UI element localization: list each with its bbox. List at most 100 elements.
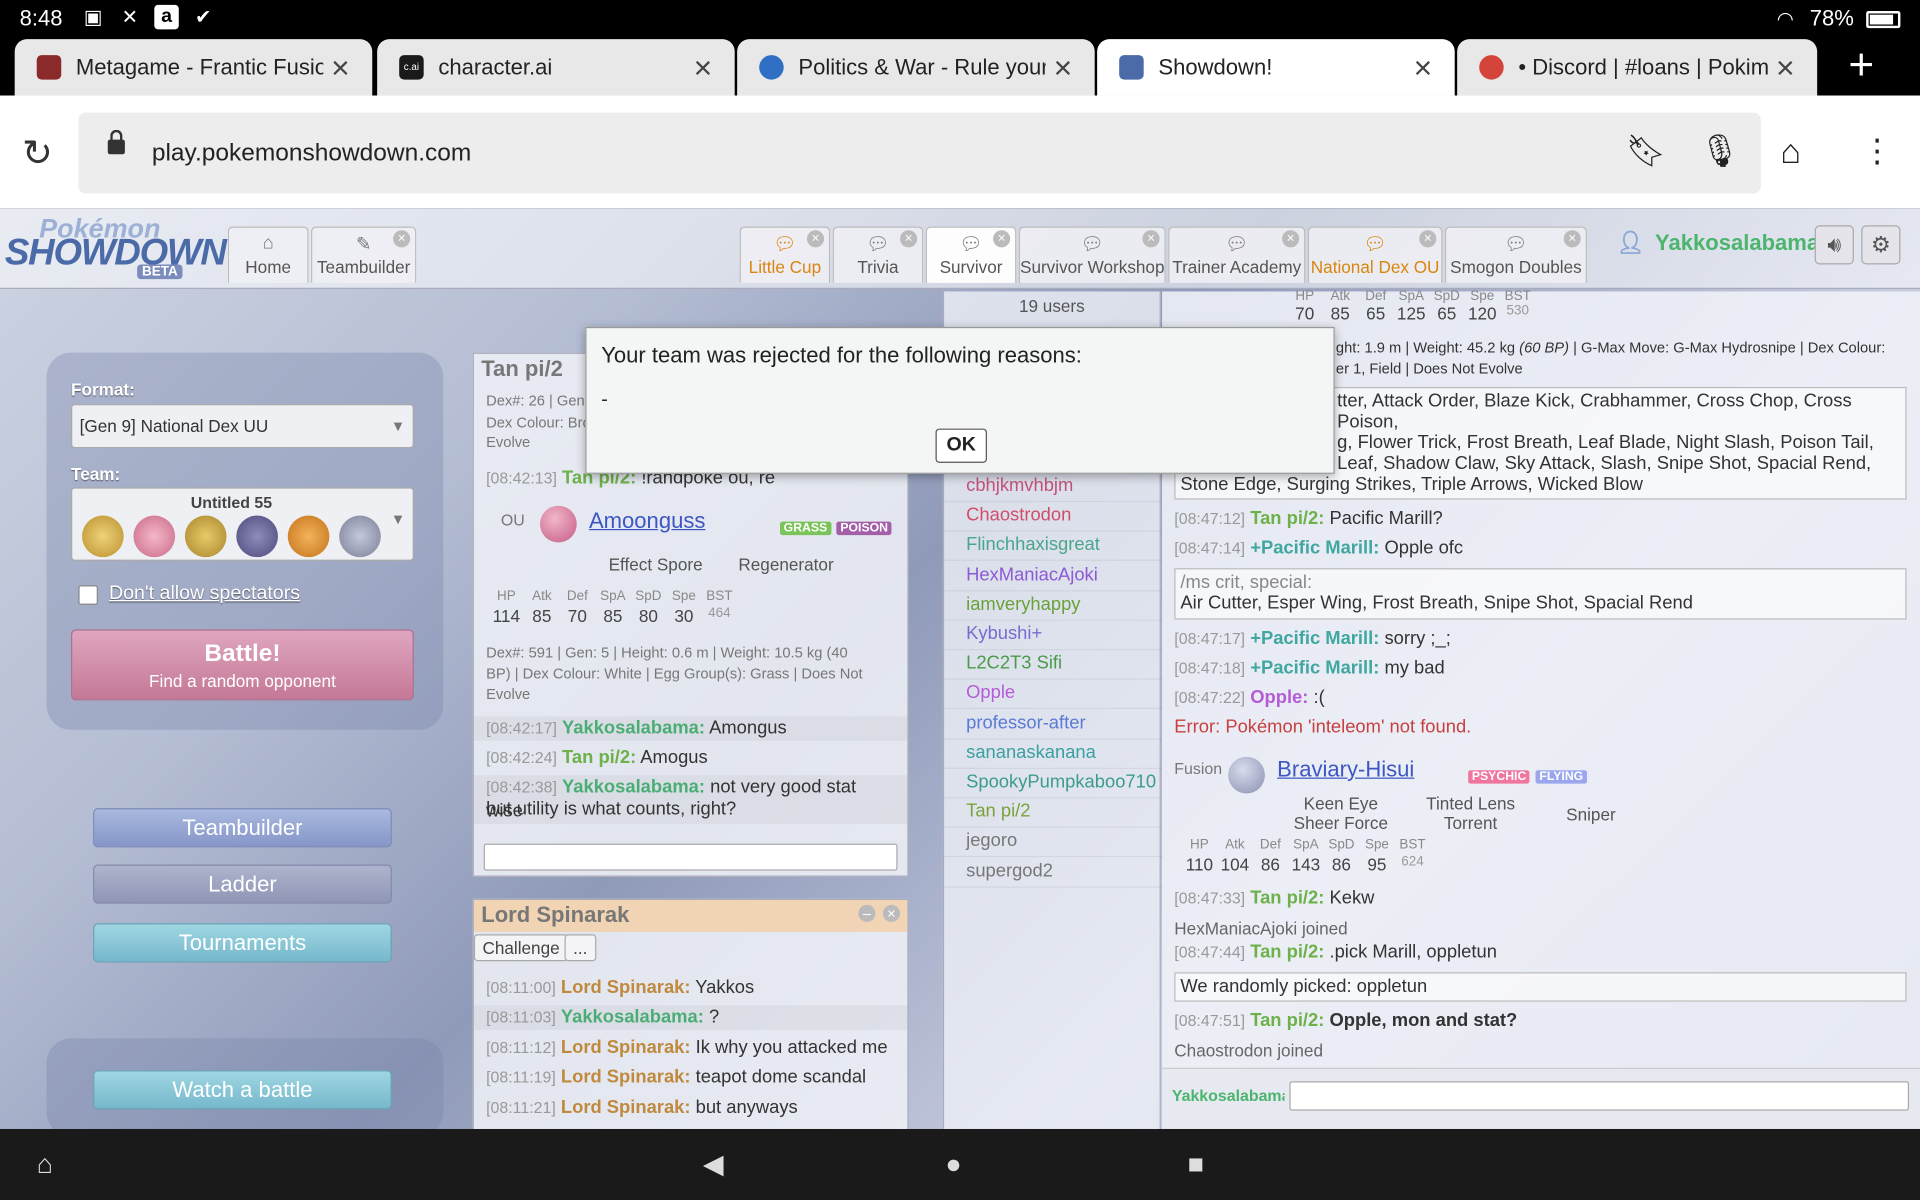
user-list-item[interactable]: L2C2T3 Sifi <box>966 653 1062 674</box>
author[interactable]: +Pacific Marill: <box>1250 628 1379 649</box>
wifi-icon: ◠ <box>1776 9 1794 31</box>
tab-trainer-academy[interactable]: 💬︎ Trainer Academy × <box>1168 226 1306 283</box>
user-list-item[interactable]: cbhjkmvhbjm <box>966 475 1073 496</box>
gear-icon: ⚙ <box>1870 232 1891 258</box>
author[interactable]: Lord Spinarak: <box>561 1067 691 1088</box>
tab-little-cup[interactable]: 💬︎ Little Cup × <box>739 226 831 283</box>
author[interactable]: Tan pi/2: <box>1250 942 1324 963</box>
tab-label: Teambuilder <box>316 257 411 277</box>
accessibility-home-icon[interactable]: ⌂ <box>37 1149 53 1181</box>
close-icon[interactable]: × <box>1419 230 1437 248</box>
minimize-icon[interactable]: – <box>858 904 876 923</box>
chat-input[interactable] <box>1289 1081 1909 1111</box>
user-list-item[interactable]: HexManiacAjoki <box>966 564 1098 585</box>
close-icon[interactable]: × <box>1282 230 1300 248</box>
teambuilder-button[interactable]: Teambuilder <box>93 808 392 848</box>
tab-trivia[interactable]: 💬︎ Trivia × <box>832 226 924 283</box>
close-icon[interactable]: × <box>993 230 1011 248</box>
home-icon[interactable]: ⌂ <box>1780 132 1801 171</box>
close-icon[interactable]: × <box>1563 230 1581 248</box>
close-icon[interactable]: × <box>1142 230 1160 248</box>
team-select[interactable]: Untitled 55 ▼ <box>71 487 414 561</box>
author[interactable]: Lord Spinarak: <box>561 1097 691 1118</box>
tab-home[interactable]: ⌂ Home <box>227 226 309 283</box>
author[interactable]: +Pacific Marill: <box>1250 538 1379 559</box>
user-account[interactable]: 👤︎ Yakkosalabama <box>1616 230 1819 256</box>
user-list-item[interactable]: Flinchhaxisgreat <box>966 534 1100 555</box>
close-tab-icon[interactable]: × <box>1046 48 1080 86</box>
user-list-item[interactable]: professor-after <box>966 712 1085 733</box>
browser-tab-discord[interactable]: • Discord | #loans | Pokimans × <box>1457 39 1818 96</box>
dont-allow-spectators-label[interactable]: Don't allow spectators <box>109 583 300 605</box>
challenge-button[interactable]: Challenge <box>473 934 569 962</box>
close-icon[interactable]: × <box>393 230 411 248</box>
user-list-item[interactable]: sananaskanana <box>966 742 1096 763</box>
author[interactable]: Tan pi/2: <box>562 747 636 768</box>
more-menu-icon[interactable]: ⋮ <box>1861 132 1893 170</box>
reload-icon[interactable]: ↻ <box>22 132 53 175</box>
author[interactable]: Yakkosalabama: <box>562 776 705 797</box>
new-tab-button[interactable]: + <box>1834 41 1888 91</box>
user-list-item[interactable]: Kybushi+ <box>966 623 1042 644</box>
divider <box>944 856 1163 858</box>
author[interactable]: Lord Spinarak: <box>561 977 691 998</box>
user-list-item[interactable]: Opple <box>966 683 1015 704</box>
user-list-item[interactable]: SpookyPumpkaboo710 <box>966 771 1156 792</box>
microphone-icon[interactable]: 🎙︎ <box>1700 132 1740 170</box>
more-button[interactable]: ... <box>564 934 596 962</box>
user-list-item[interactable]: iamveryhappy <box>966 594 1080 615</box>
author[interactable]: Yakkosalabama: <box>561 1007 704 1028</box>
user-list-item[interactable]: jegoro <box>966 831 1017 852</box>
format-select[interactable]: [Gen 9] National Dex UU ▼ <box>71 404 414 449</box>
pokemon-link[interactable]: Amoonguss <box>589 508 705 534</box>
close-tab-icon[interactable]: × <box>686 48 720 86</box>
browser-tab-metagame[interactable]: Metagame - Frantic Fusions × <box>14 39 373 96</box>
author[interactable]: Lord Spinarak: <box>561 1037 691 1058</box>
author[interactable]: Yakkosalabama: <box>562 718 705 739</box>
close-tab-icon[interactable]: × <box>1406 48 1440 86</box>
author[interactable]: Tan pi/2: <box>1250 888 1324 909</box>
browser-tab-politics-war[interactable]: Politics & War - Rule your ow × <box>737 39 1095 96</box>
close-icon[interactable]: × <box>806 230 825 248</box>
tab-national-dex-ou[interactable]: 💬︎ National Dex OU × <box>1307 226 1443 283</box>
ability: Regenerator <box>738 554 834 575</box>
author[interactable]: Opple: <box>1250 687 1308 708</box>
browser-tab-showdown[interactable]: Showdown! × <box>1097 39 1455 96</box>
user-list-item[interactable]: Tan pi/2 <box>966 801 1030 822</box>
ladder-button[interactable]: Ladder <box>93 864 392 904</box>
tab-label: Survivor <box>939 257 1003 277</box>
sound-button[interactable]: 🔊︎ <box>1814 225 1854 265</box>
user-list-item[interactable]: Chaostrodon <box>966 505 1071 526</box>
tab-survivor-workshop[interactable]: 💬︎ Survivor Workshop × <box>1018 226 1166 283</box>
stat-values: 114 85 70 85 80 30 464 <box>492 606 731 626</box>
author[interactable]: +Pacific Marill: <box>1250 658 1379 679</box>
tab-teambuilder[interactable]: ✎ Teambuilder × <box>311 226 417 283</box>
showdown-logo[interactable]: Pokémon SHOWDOWN BETA <box>5 213 227 282</box>
settings-button[interactable]: ⚙ <box>1861 225 1901 265</box>
close-icon[interactable]: × <box>900 230 918 248</box>
fusion-label: Fusion <box>1174 759 1223 778</box>
author[interactable]: Tan pi/2: <box>1250 1010 1324 1031</box>
back-icon[interactable]: ◀ <box>703 1149 724 1181</box>
tab-smogon-doubles[interactable]: 💬︎ Smogon Doubles × <box>1444 226 1587 283</box>
chat-message-continuation: but utility is what counts, right? <box>486 798 737 820</box>
close-tab-icon[interactable]: × <box>1768 48 1802 86</box>
tab-survivor[interactable]: 💬︎ Survivor × <box>925 226 1017 283</box>
close-tab-icon[interactable]: × <box>323 48 357 86</box>
user-list-item[interactable]: supergod2 <box>966 860 1053 881</box>
recents-icon[interactable]: ■ <box>1188 1149 1204 1181</box>
pm-input[interactable] <box>483 843 898 871</box>
browser-tab-character-ai[interactable]: c.ai character.ai × <box>377 39 735 96</box>
tournaments-button[interactable]: Tournaments <box>93 923 392 963</box>
battle-button[interactable]: Battle! Find a random opponent <box>71 629 414 701</box>
bookmark-icon[interactable]: 🔖︎ <box>1626 132 1666 170</box>
address-bar[interactable]: play.pokemonshowdown.com <box>78 112 1761 194</box>
ok-button[interactable]: OK <box>935 428 987 463</box>
pokemon-link[interactable]: Braviary-Hisui <box>1277 757 1414 783</box>
home-circle-icon[interactable]: ● <box>945 1149 961 1181</box>
dont-allow-spectators-checkbox[interactable] <box>78 585 98 605</box>
close-icon[interactable]: × <box>882 904 901 923</box>
author[interactable]: Tan pi/2: <box>1250 508 1324 529</box>
watch-battle-button[interactable]: Watch a battle <box>93 1070 392 1110</box>
chat-message: [08:42:17] Yakkosalabama: Amongus <box>473 716 908 741</box>
